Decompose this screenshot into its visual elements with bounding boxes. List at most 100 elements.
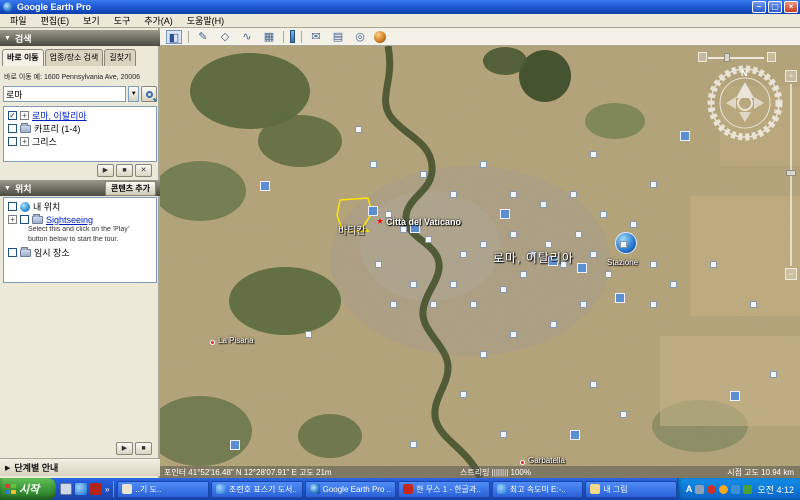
photo-icon[interactable] [480,241,487,248]
photo-icon[interactable] [450,281,457,288]
add-path-icon[interactable]: ∿ [239,30,255,44]
acrobat-icon[interactable] [90,483,102,495]
menu-item-1[interactable]: 편집(E) [35,13,76,28]
photo-icon[interactable] [680,131,690,141]
photo-icon[interactable] [480,161,487,168]
tilt-min-icon[interactable] [698,52,707,62]
tilt-max-icon[interactable] [767,52,776,62]
add-image-overlay-icon[interactable]: ▦ [261,30,277,44]
add-content-button[interactable]: 콘텐츠 추가 [105,181,156,196]
map-viewport[interactable]: N + − 바티칸 ★ Città del Vaticano 로마, 이탈리아 … [160,46,800,478]
placemark-star-icon[interactable]: ★ [376,216,384,227]
tree-row-sightseeing[interactable]: + Sightseeing [4,213,156,226]
internet-explorer-icon[interactable] [75,483,87,495]
photo-icon[interactable] [615,293,625,303]
ime-indicator[interactable]: A [686,484,693,494]
placemark-dot-icon[interactable] [520,460,525,465]
search-result-row[interactable]: +그리스 [4,135,156,148]
network-tray-icon[interactable] [731,485,740,494]
photo-icon[interactable] [590,251,597,258]
search-result-row[interactable]: ✓+로마, 이탈리아 [4,109,156,122]
stop-tour-button[interactable]: ■ [135,442,152,455]
photo-icon[interactable] [575,231,582,238]
photo-icon[interactable] [470,301,477,308]
combo-dropdown-icon[interactable]: ▼ [128,86,139,102]
taskbar-task-3[interactable]: 한 무스 1 - 한글과.. [398,481,490,498]
search-panel-header[interactable]: ▼ 검색 [0,30,160,46]
photo-icon[interactable] [670,281,677,288]
tilt-handle[interactable] [724,53,730,62]
show-desktop-icon[interactable] [60,483,72,495]
photo-icon[interactable] [500,286,507,293]
checkbox[interactable] [20,215,29,224]
expander-icon[interactable]: + [20,111,29,120]
photo-icon[interactable] [650,261,657,268]
photo-icon[interactable] [400,226,407,233]
titlebar[interactable]: Google Earth Pro – ▢ × [0,0,800,14]
photo-icon[interactable] [550,321,557,328]
ruler-icon[interactable] [290,30,295,43]
zoom-in-button[interactable]: + [785,70,797,82]
photo-icon[interactable] [450,191,457,198]
menu-item-3[interactable]: 도구 [108,13,137,28]
zoom-handle[interactable] [786,170,796,176]
photo-icon[interactable] [410,441,417,448]
photo-icon[interactable] [600,211,607,218]
tab-1[interactable]: 업종/장소 검색 [45,49,104,66]
photo-icon[interactable] [730,391,740,401]
taskbar-task-5[interactable]: 내 그림 [585,481,677,498]
photo-icon[interactable] [368,206,378,216]
security-tray-icon[interactable] [707,485,716,494]
photo-icon[interactable] [577,263,587,273]
menu-item-4[interactable]: 추가(A) [138,13,179,28]
view-in-google-maps-icon[interactable]: ◎ [352,30,368,44]
checkbox[interactable]: ✓ [8,111,17,120]
taskbar-task-0[interactable]: ..기 도.. [117,481,209,498]
photo-icon[interactable] [500,209,510,219]
photo-icon[interactable] [260,181,270,191]
photo-icon[interactable] [375,261,382,268]
zoom-out-button[interactable]: − [785,268,797,280]
photo-icon[interactable] [410,281,417,288]
volume-tray-icon[interactable] [695,485,704,494]
photo-icon[interactable] [425,236,432,243]
expander-icon[interactable]: + [8,215,17,224]
photo-icon[interactable] [370,161,377,168]
tree-row-my-places[interactable]: 내 위치 [4,200,156,213]
photo-icon[interactable] [480,351,487,358]
photo-icon[interactable] [355,126,362,133]
photo-icon[interactable] [590,151,597,158]
photo-icon[interactable] [510,331,517,338]
menu-item-5[interactable]: 도움말(H) [181,13,230,28]
maximize-button[interactable]: ▢ [768,1,782,13]
photo-icon[interactable] [460,391,467,398]
photo-icon[interactable] [230,440,240,450]
photo-icon[interactable] [620,411,627,418]
stop-tour-button[interactable]: ■ [116,164,133,177]
print-icon[interactable]: ▤ [330,30,346,44]
expander-icon[interactable]: + [20,137,29,146]
photo-icon[interactable] [305,331,312,338]
photo-icon[interactable] [590,381,597,388]
email-icon[interactable]: ✉ [308,30,324,44]
photo-icon[interactable] [510,191,517,198]
tree-row-temporary-places[interactable]: 임시 장소 [4,246,156,259]
clock-tray-icon[interactable] [719,485,728,494]
photo-icon[interactable] [580,301,587,308]
placemark-dot-icon[interactable] [210,340,215,345]
photo-icon[interactable] [510,231,517,238]
menu-item-2[interactable]: 보기 [77,13,106,28]
quick-launch-overflow-icon[interactable]: » [105,485,109,494]
photo-icon[interactable] [630,221,637,228]
add-polygon-icon[interactable]: ◇ [217,30,233,44]
photo-icon[interactable] [460,251,467,258]
tab-2[interactable]: 길찾기 [104,49,136,66]
checkbox[interactable] [8,137,17,146]
start-button[interactable]: 시작 [0,478,56,500]
taskbar-task-2[interactable]: Google Earth Pro .. [305,481,397,498]
photo-icon[interactable] [650,301,657,308]
minimize-button[interactable]: – [752,1,766,13]
photo-icon[interactable] [605,271,612,278]
photo-icon[interactable] [770,371,777,378]
photo-icon[interactable] [750,301,757,308]
